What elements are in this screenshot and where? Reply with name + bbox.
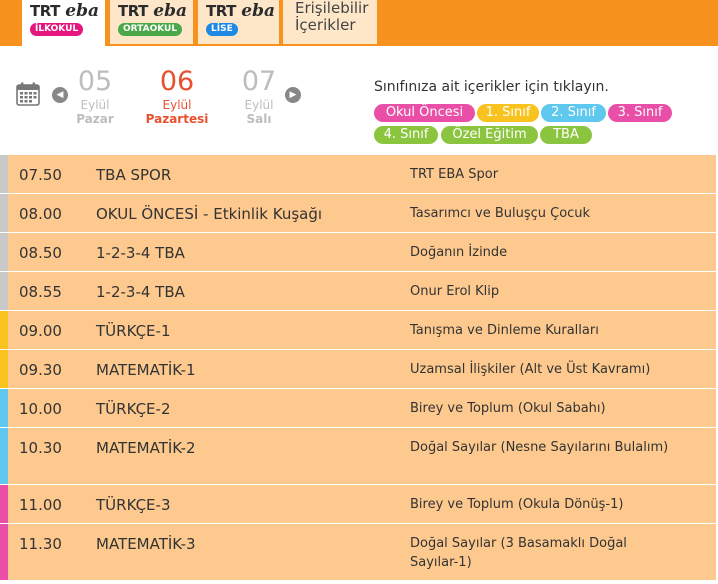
class-color-bar [0,311,8,349]
schedule-subject: MATEMATİK-2 [96,439,196,457]
chip-4-sinif[interactable]: 4. Sınıf [374,126,438,144]
schedule-time: 11.00 [19,496,62,514]
class-color-bar [0,485,8,523]
schedule-subject: 1-2-3-4 TBA [96,283,185,301]
calendar-icon[interactable] [16,82,40,106]
schedule-topic: Onur Erol Klip [410,284,500,299]
schedule-subject: OKUL ÖNCESİ - Etkinlik Kuşağı [96,205,323,223]
schedule-subject: 1-2-3-4 TBA [96,244,185,262]
schedule-row[interactable]: 10.30 MATEMATİK-2 Doğal Sayılar (Nesne S… [0,428,716,485]
schedule-topic: Birey ve Toplum (Okula Dönüş-1) [410,497,624,512]
tab-ortaokul[interactable]: TRT eba ORTAOKUL [110,0,193,44]
class-color-bar [0,272,8,310]
tab-lise[interactable]: TRT eba LİSE [198,0,279,44]
class-color-bar [0,428,8,484]
schedule-list: 07.50 TBA SPOR TRT EBA Spor 08.00 OKUL Ö… [0,155,716,581]
schedule-topic: Doğanın İzinde [410,245,508,260]
schedule-subject: MATEMATİK-1 [96,361,196,379]
schedule-time: 10.30 [19,439,62,457]
previous-day-button[interactable]: ◀ [52,87,68,103]
class-color-bar [0,233,8,271]
class-color-bar [0,524,8,580]
tab-ilkokul[interactable]: TRT eba İLKOKUL [22,0,105,46]
schedule-topic: Birey ve Toplum (Okul Sabahı) [410,401,606,416]
chip-2-sinif[interactable]: 2. Sınıf [541,104,606,122]
date-selected[interactable]: 06 Eylül Pazartesi [144,66,210,126]
chip-1-sinif[interactable]: 1. Sınıf [477,104,539,122]
schedule-topic: Tanışma ve Dinleme Kuralları [410,323,599,338]
schedule-topic: Tasarımcı ve Buluşçu Çocuk [410,206,591,221]
schedule-topic: Doğal Sayılar (3 Basamaklı Doğal Sayılar… [410,536,627,570]
schedule-time: 09.30 [19,361,62,379]
schedule-row[interactable]: 09.00 TÜRKÇE-1 Tanışma ve Dinleme Kurall… [0,311,716,350]
schedule-row[interactable]: 08.50 1-2-3-4 TBA Doğanın İzinde [0,233,716,272]
schedule-time: 07.50 [19,166,62,184]
schedule-topic: Doğal Sayılar (Nesne Sayılarını Bulalım) [410,440,669,455]
trt-eba-logo: TRT eba [30,1,99,21]
schedule-time: 08.00 [19,205,62,223]
level-badge: İLKOKUL [30,23,84,36]
schedule-topic: Uzamsal İlişkiler (Alt ve Üst Kavramı) [410,362,651,377]
chip-3-sinif[interactable]: 3. Sınıf [608,104,672,122]
class-color-bar [0,350,8,388]
top-navigation-bar: TRT eba İLKOKUL TRT eba ORTAOKUL TRT eba… [0,0,718,46]
level-badge: LİSE [206,23,238,36]
schedule-row[interactable]: 08.55 1-2-3-4 TBA Onur Erol Klip [0,272,716,311]
chip-okul-oncesi[interactable]: Okul Öncesi [374,104,475,122]
class-color-bar [0,155,8,193]
class-selection-hint: Sınıfınıza ait içerikler için tıklayın. [374,79,609,95]
schedule-time: 08.55 [19,283,62,301]
schedule-subject: TÜRKÇE-1 [96,322,171,340]
schedule-time: 08.50 [19,244,62,262]
schedule-time: 09.00 [19,322,62,340]
schedule-row[interactable]: 11.00 TÜRKÇE-3 Birey ve Toplum (Okula Dö… [0,485,716,524]
schedule-row[interactable]: 10.00 TÜRKÇE-2 Birey ve Toplum (Okul Sab… [0,389,716,428]
schedule-topic: TRT EBA Spor [410,167,499,182]
level-badge: ORTAOKUL [118,23,183,36]
schedule-row[interactable]: 11.30 MATEMATİK-3 Doğal Sayılar (3 Basam… [0,524,716,581]
class-color-bar [0,389,8,427]
class-color-bar [0,194,8,232]
tab-erisilebilir-icerikler[interactable]: Erişilebilir İçerikler [283,0,377,44]
schedule-time: 11.30 [19,535,62,553]
date-previous[interactable]: 05 Eylül Pazar [73,66,117,126]
schedule-subject: TÜRKÇE-3 [96,496,171,514]
schedule-time: 10.00 [19,400,62,418]
date-next[interactable]: 07 Eylül Salı [238,66,280,126]
schedule-row[interactable]: 07.50 TBA SPOR TRT EBA Spor [0,155,716,194]
schedule-row[interactable]: 09.30 MATEMATİK-1 Uzamsal İlişkiler (Alt… [0,350,716,389]
schedule-subject: MATEMATİK-3 [96,535,196,553]
next-day-button[interactable]: ▶ [285,87,301,103]
trt-eba-logo: TRT eba [206,1,275,21]
chip-tba[interactable]: TBA [540,126,592,144]
schedule-row[interactable]: 08.00 OKUL ÖNCESİ - Etkinlik Kuşağı Tasa… [0,194,716,233]
schedule-subject: TÜRKÇE-2 [96,400,171,418]
trt-eba-logo: TRT eba [118,1,187,21]
chip-ozel-egitim[interactable]: Özel Eğitim [441,126,538,144]
schedule-subject: TBA SPOR [96,166,172,184]
